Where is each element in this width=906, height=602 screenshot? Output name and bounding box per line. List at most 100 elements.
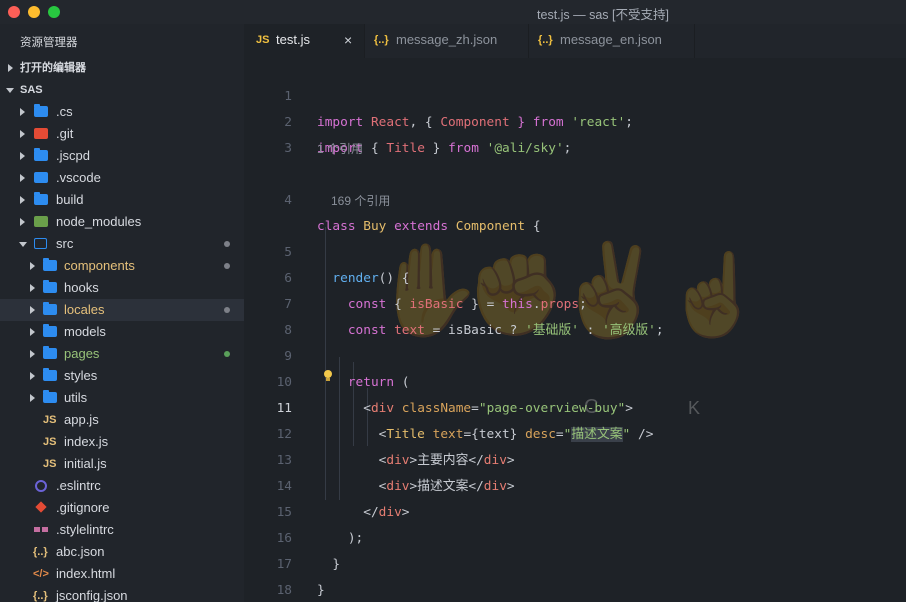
chevron-right-icon <box>28 365 36 387</box>
tree-item-initial-js[interactable]: JS initial.js <box>0 453 244 475</box>
code-line: 12 <div>主要内容</div> <box>276 427 515 468</box>
chevron-right-icon <box>28 343 36 365</box>
title-bar: test.js — sas [不受支持] <box>0 0 906 24</box>
tab-message-en-json[interactable]: {..} message_en.json <box>528 24 695 58</box>
chevron-right-icon <box>28 387 36 409</box>
js-file-icon: JS <box>43 458 57 470</box>
chevron-right-icon <box>18 101 26 123</box>
code-line: 16 } <box>276 531 341 572</box>
code-editor[interactable]: ✋ ✊ ✌ ☝ C K 1 import React, { Component … <box>244 58 906 602</box>
chevron-right-icon <box>6 57 14 79</box>
explorer-sidebar: 资源管理器 打开的编辑器 SAS .cs .git .jscpd .vscode… <box>0 24 244 602</box>
code-line: 19 <box>244 578 906 602</box>
window-title: test.js — sas [不受支持] <box>537 8 669 22</box>
vscode-folder-icon <box>34 172 48 183</box>
tree-item-cs[interactable]: .cs <box>0 101 244 123</box>
tree-item-pages[interactable]: pages <box>0 343 244 365</box>
tree-item-locales[interactable]: locales <box>0 299 244 321</box>
tree-item-components[interactable]: components <box>0 255 244 277</box>
json-file-icon: {..} <box>374 34 389 46</box>
chevron-right-icon <box>18 189 26 211</box>
close-icon[interactable]: × <box>344 24 352 56</box>
tree-item-models[interactable]: models <box>0 321 244 343</box>
code-line: 1 import React, { Component } from 'reac… <box>284 89 633 130</box>
chevron-down-icon <box>6 79 14 101</box>
tree-item-node-modules[interactable]: node_modules <box>0 211 244 233</box>
tree-item-abc-json[interactable]: {..} abc.json <box>0 541 244 563</box>
code-line: 3 <box>284 141 292 156</box>
folder-icon <box>34 192 48 205</box>
js-file-icon: JS <box>256 34 270 46</box>
folder-icon <box>43 390 57 403</box>
tree-item-gitignore[interactable]: .gitignore <box>0 497 244 519</box>
code-lens-references[interactable]: 169 个引用 <box>331 188 390 214</box>
project-section[interactable]: SAS <box>0 79 244 101</box>
explorer-title: 资源管理器 <box>20 37 78 49</box>
html-file-icon: </> <box>33 568 49 580</box>
modified-dot <box>224 307 230 313</box>
chevron-right-icon <box>28 299 36 321</box>
code-line: 17 } <box>276 557 325 598</box>
code-line: 10 <div className="page-overview-buy"> <box>276 375 633 416</box>
untracked-dot <box>224 351 230 357</box>
code-line: 7 const text = isBasic ? '基础版' : '高级版'; <box>284 297 664 338</box>
folder-icon <box>43 302 57 315</box>
chevron-right-icon <box>28 321 36 343</box>
code-line: 13 <div>描述文案</div> <box>276 453 515 494</box>
code-line-current: 11 <Title text={text} desc="描述文案" /> <box>276 401 654 442</box>
tree-item-vscode[interactable]: .vscode <box>0 167 244 189</box>
folder-icon <box>43 368 57 381</box>
code-line: 2 import { Title } from '@ali/sky'; <box>284 115 572 156</box>
editor-tab-bar: JS test.js × {..} message_zh.json {..} m… <box>244 24 906 58</box>
folder-icon <box>34 104 48 117</box>
json-file-icon: {..} <box>33 546 48 558</box>
code-line: 18 <box>276 583 292 598</box>
folder-icon <box>43 324 57 337</box>
tree-item-index-js[interactable]: JS index.js <box>0 431 244 453</box>
tree-item-eslintrc[interactable]: .eslintrc <box>0 475 244 497</box>
chevron-down-icon <box>19 233 27 255</box>
tree-item-jscpd[interactable]: .jscpd <box>0 145 244 167</box>
json-file-icon: {..} <box>33 590 48 602</box>
eslint-icon <box>35 480 47 492</box>
tab-message-zh-json[interactable]: {..} message_zh.json <box>364 24 529 58</box>
tree-item-git[interactable]: .git <box>0 123 244 145</box>
chevron-right-icon <box>18 211 26 233</box>
tree-item-build[interactable]: build <box>0 189 244 211</box>
chevron-right-icon <box>18 145 26 167</box>
folder-icon <box>43 346 57 359</box>
tree-item-index-html[interactable]: </> index.html <box>0 563 244 585</box>
folder-icon <box>34 148 48 161</box>
code-line: 8 <box>284 323 292 338</box>
tab-test-js[interactable]: JS test.js × <box>244 24 365 58</box>
tree-item-hooks[interactable]: hooks <box>0 277 244 299</box>
modified-dot <box>224 241 230 247</box>
folder-icon <box>43 280 57 293</box>
tree-item-jsconfig-json[interactable]: {..} jsconfig.json <box>0 585 244 602</box>
tree-item-app-js[interactable]: JS app.js <box>0 409 244 431</box>
node-modules-folder-icon <box>34 216 48 227</box>
tree-item-stylelintrc[interactable]: .stylelintrc <box>0 519 244 541</box>
code-line: 6 const { isBasic } = this.props; <box>284 271 587 312</box>
code-line: 14 </div> <box>276 479 410 520</box>
tree-item-utils[interactable]: utils <box>0 387 244 409</box>
code-line: 15 ); <box>276 505 364 546</box>
chevron-right-icon <box>28 277 36 299</box>
js-file-icon: JS <box>43 414 57 426</box>
code-lens-references[interactable]: 1 个引用 <box>317 136 363 162</box>
code-line: 4 class Buy extends Component { <box>284 193 541 234</box>
tree-item-src[interactable]: src <box>0 233 244 255</box>
open-editors-section[interactable]: 打开的编辑器 <box>0 57 244 79</box>
stylelint-icon <box>34 527 48 532</box>
chevron-right-icon <box>18 167 26 189</box>
json-file-icon: {..} <box>538 34 553 46</box>
code-line: 9 return ( <box>284 349 410 390</box>
chevron-right-icon <box>28 255 36 277</box>
git-folder-icon <box>34 128 48 139</box>
tree-item-styles[interactable]: styles <box>0 365 244 387</box>
folder-icon <box>43 258 57 271</box>
code-line: 5 render() { <box>284 245 410 286</box>
git-icon <box>35 501 47 513</box>
modified-dot <box>224 263 230 269</box>
chevron-right-icon <box>18 123 26 145</box>
